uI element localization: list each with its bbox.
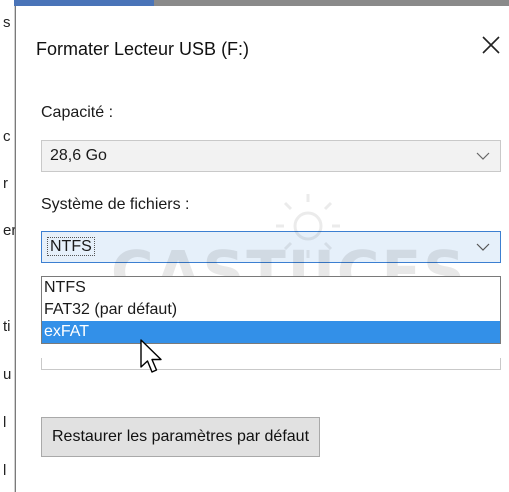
capacity-value: 28,6 Go [50,147,107,164]
filesystem-dropdown-list: NTFS FAT32 (par défaut) exFAT [41,276,501,344]
capacity-select[interactable]: 28,6 Go [41,140,501,172]
capacity-label: Capacité : [41,104,114,121]
dropdown-option-ntfs[interactable]: NTFS [42,277,500,299]
format-dialog: Formater Lecteur USB (F:) Capacité : 28,… [15,6,509,492]
background-text: r [3,175,8,192]
dropdown-option-fat32[interactable]: FAT32 (par défaut) [42,299,500,321]
filesystem-label: Système de fichiers : [41,196,190,213]
background-window: s c r er ti u l l [0,0,16,492]
chevron-down-icon [476,152,490,160]
obscured-select [41,358,501,370]
background-text: ti [3,318,11,335]
filesystem-value: NTFS [47,237,95,256]
close-button[interactable] [479,33,503,57]
restore-defaults-button[interactable]: Restaurer les paramètres par défaut [41,417,321,457]
dropdown-option-exfat[interactable]: exFAT [42,321,500,343]
chevron-down-icon [476,243,490,251]
background-text: l [3,462,7,479]
background-text: c [3,128,11,145]
background-text: l [3,414,7,431]
filesystem-select[interactable]: NTFS [41,231,501,263]
close-icon [482,36,500,54]
dialog-title: Formater Lecteur USB (F:) [36,39,250,59]
background-text: u [3,366,12,383]
background-text: s [3,14,11,31]
